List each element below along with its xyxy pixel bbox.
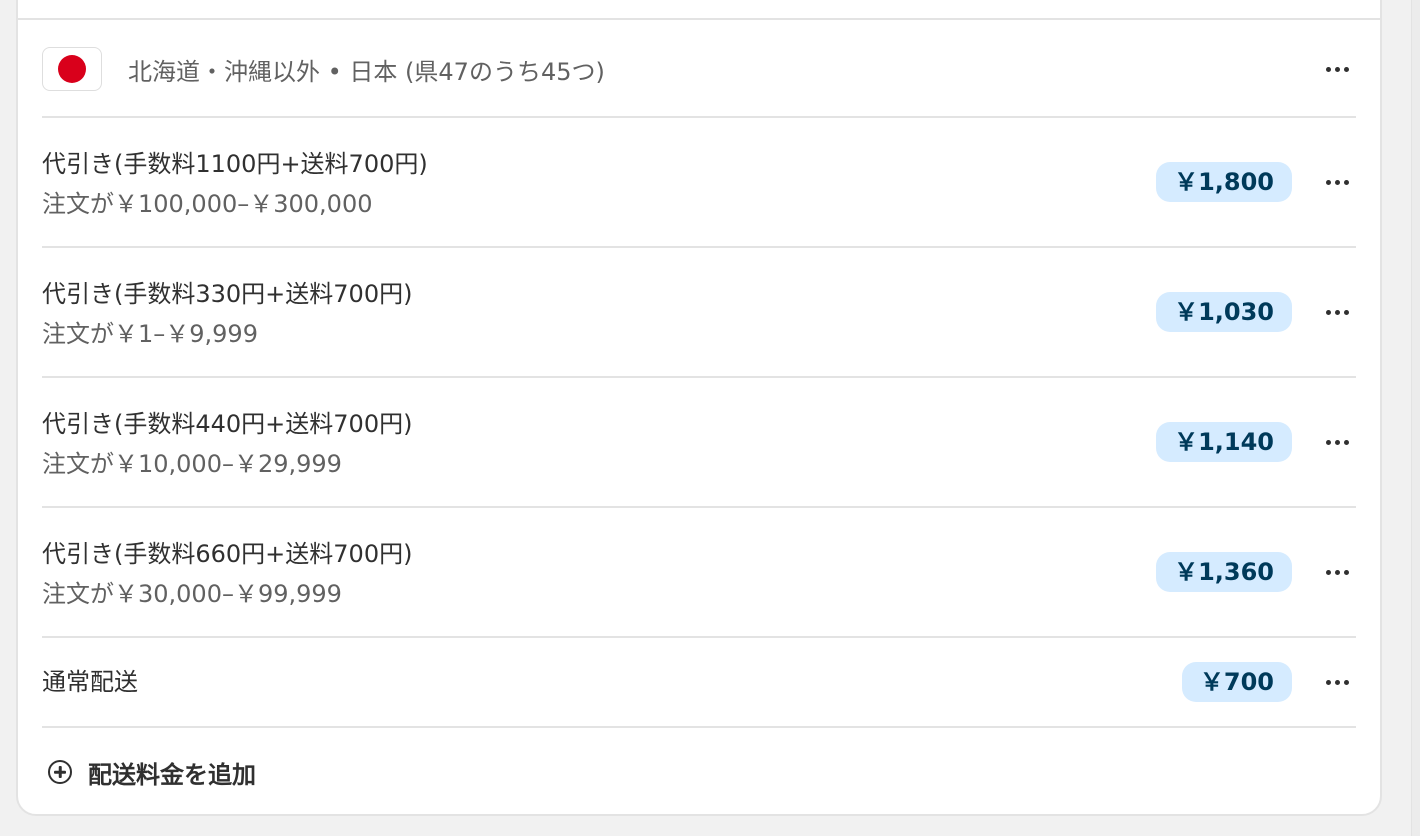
more-dot-icon: [1343, 66, 1349, 72]
japan-flag-circle: [58, 55, 86, 83]
more-dot-icon: [1325, 439, 1331, 445]
more-dot-icon: [1343, 179, 1349, 185]
rate-price-badge: ￥1,360: [1156, 552, 1292, 592]
more-dot-icon: [1343, 309, 1349, 315]
more-dot-icon: [1343, 569, 1349, 575]
zone-title: 北海道・沖縄以外 • 日本 (県47のうち45つ): [128, 57, 605, 86]
plus-circle-icon: [48, 760, 72, 784]
zone-more-actions-button[interactable]: [1318, 50, 1356, 88]
more-dot-icon: [1334, 309, 1340, 315]
rate-name: 通常配送: [42, 668, 138, 696]
shipping-rate-list: 代引き(手数料1100円+送料700円) 注文が￥100,000–￥300,00…: [42, 116, 1356, 726]
rate-name: 代引き(手数料660円+送料700円): [42, 540, 413, 568]
rate-text: 通常配送: [42, 666, 138, 698]
add-shipping-rate-content: 配送料金を追加: [48, 750, 256, 794]
more-dot-icon: [1325, 679, 1331, 685]
more-dot-icon: [1334, 679, 1340, 685]
rate-price-badge: ￥700: [1181, 662, 1292, 702]
rate-more-actions-button[interactable]: [1318, 163, 1356, 201]
rate-price-badge: ￥1,030: [1156, 292, 1292, 332]
rate-more-actions-button[interactable]: [1318, 423, 1356, 461]
rate-more-actions-button[interactable]: [1318, 663, 1356, 701]
more-dot-icon: [1334, 439, 1340, 445]
more-dot-icon: [1325, 179, 1331, 185]
more-dot-icon: [1334, 569, 1340, 575]
rate-condition: 注文が￥10,000–￥29,999: [42, 450, 342, 478]
top-divider: [18, 18, 1380, 20]
more-dot-icon: [1325, 66, 1331, 72]
rate-condition: 注文が￥100,000–￥300,000: [42, 190, 373, 218]
rate-text: 代引き(手数料330円+送料700円) 注文が￥1–￥9,999: [42, 278, 412, 350]
shipping-rate-row: 代引き(手数料330円+送料700円) 注文が￥1–￥9,999 ￥1,030: [42, 246, 1356, 376]
more-dot-icon: [1343, 439, 1349, 445]
more-dot-icon: [1325, 309, 1331, 315]
more-dot-icon: [1325, 569, 1331, 575]
zone-header: 北海道・沖縄以外 • 日本 (県47のうち45つ): [42, 44, 1356, 94]
add-shipping-rate-button[interactable]: 配送料金を追加: [42, 726, 1356, 816]
shipping-rate-row: 代引き(手数料1100円+送料700円) 注文が￥100,000–￥300,00…: [42, 116, 1356, 246]
shipping-rate-row: 通常配送 ￥700: [42, 636, 1356, 726]
more-dot-icon: [1334, 179, 1340, 185]
rate-name: 代引き(手数料1100円+送料700円): [42, 150, 428, 178]
rate-condition: 注文が￥1–￥9,999: [42, 320, 258, 348]
more-dot-icon: [1334, 66, 1340, 72]
rate-more-actions-button[interactable]: [1318, 293, 1356, 331]
shipping-zone-page: 北海道・沖縄以外 • 日本 (県47のうち45つ) 代引き(手数料1100円+送…: [0, 0, 1420, 836]
scrollbar-track[interactable]: [1411, 0, 1420, 836]
japan-flag-icon: [42, 47, 102, 91]
shipping-rate-row: 代引き(手数料440円+送料700円) 注文が￥10,000–￥29,999 ￥…: [42, 376, 1356, 506]
rate-name: 代引き(手数料440円+送料700円): [42, 410, 413, 438]
rate-condition: 注文が￥30,000–￥99,999: [42, 580, 342, 608]
shipping-rate-row: 代引き(手数料660円+送料700円) 注文が￥30,000–￥99,999 ￥…: [42, 506, 1356, 636]
rate-text: 代引き(手数料1100円+送料700円) 注文が￥100,000–￥300,00…: [42, 148, 428, 220]
rate-name: 代引き(手数料330円+送料700円): [42, 280, 413, 308]
rate-text: 代引き(手数料660円+送料700円) 注文が￥30,000–￥99,999: [42, 538, 412, 610]
rate-more-actions-button[interactable]: [1318, 553, 1356, 591]
rate-price-badge: ￥1,140: [1156, 422, 1292, 462]
shipping-zone-card: 北海道・沖縄以外 • 日本 (県47のうち45つ) 代引き(手数料1100円+送…: [16, 0, 1382, 816]
add-shipping-rate-label: 配送料金を追加: [88, 760, 256, 789]
rate-price-badge: ￥1,800: [1156, 162, 1292, 202]
more-dot-icon: [1343, 679, 1349, 685]
rate-text: 代引き(手数料440円+送料700円) 注文が￥10,000–￥29,999: [42, 408, 412, 480]
